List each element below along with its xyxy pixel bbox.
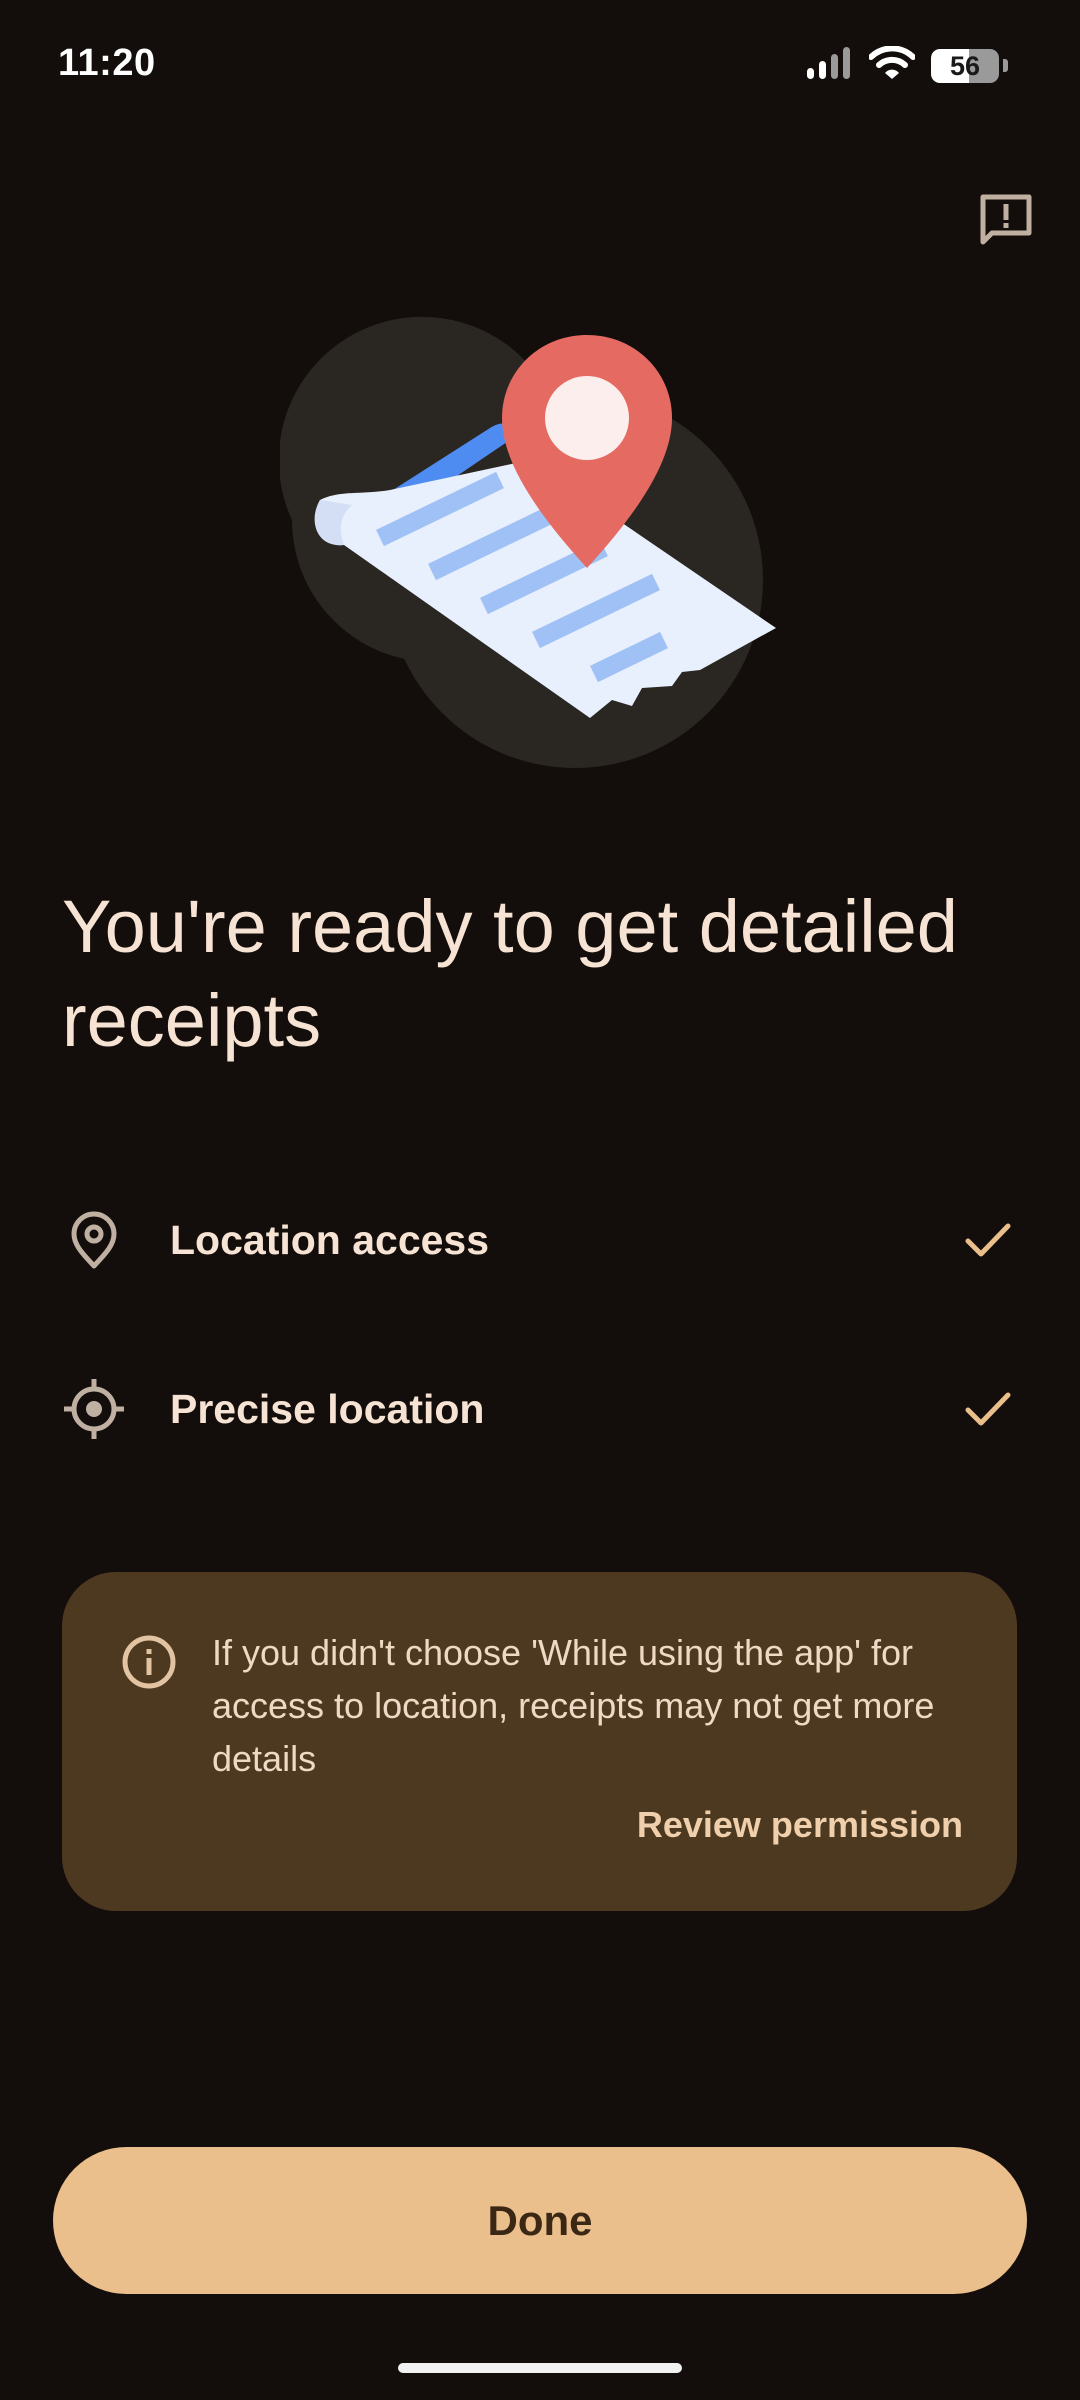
status-icons: 56 xyxy=(807,45,1008,85)
precise-location-icon xyxy=(62,1377,126,1441)
check-icon xyxy=(958,1379,1018,1439)
page-title: You're ready to get detailed receipts xyxy=(62,885,958,1062)
home-indicator[interactable] xyxy=(398,2363,682,2373)
battery-nub xyxy=(1003,59,1008,72)
permission-row-location-access: Location access xyxy=(62,1195,1018,1285)
done-button[interactable]: Done xyxy=(53,2147,1027,2294)
info-icon xyxy=(122,1635,176,1689)
status-bar: 11:20 56 xyxy=(0,0,1080,130)
permission-label: Precise location xyxy=(170,1385,485,1432)
feedback-icon xyxy=(980,194,1032,245)
feedback-button[interactable] xyxy=(970,184,1042,256)
status-time: 11:20 xyxy=(58,42,156,84)
info-text: If you didn't choose 'While using the ap… xyxy=(212,1632,935,1779)
wifi-icon xyxy=(868,45,916,85)
permission-label: Location access xyxy=(170,1216,490,1263)
permission-row-precise-location: Precise location xyxy=(62,1364,1018,1454)
location-pin-icon xyxy=(62,1208,126,1272)
info-card: If you didn't choose 'While using the ap… xyxy=(62,1572,1017,1911)
signal-icon xyxy=(807,47,853,84)
receipt-location-illustration xyxy=(278,290,800,810)
check-icon xyxy=(958,1210,1018,1270)
battery-level: 56 xyxy=(949,50,981,81)
review-permission-link[interactable]: Review permission xyxy=(637,1804,963,1846)
battery-icon: 56 xyxy=(931,48,999,83)
